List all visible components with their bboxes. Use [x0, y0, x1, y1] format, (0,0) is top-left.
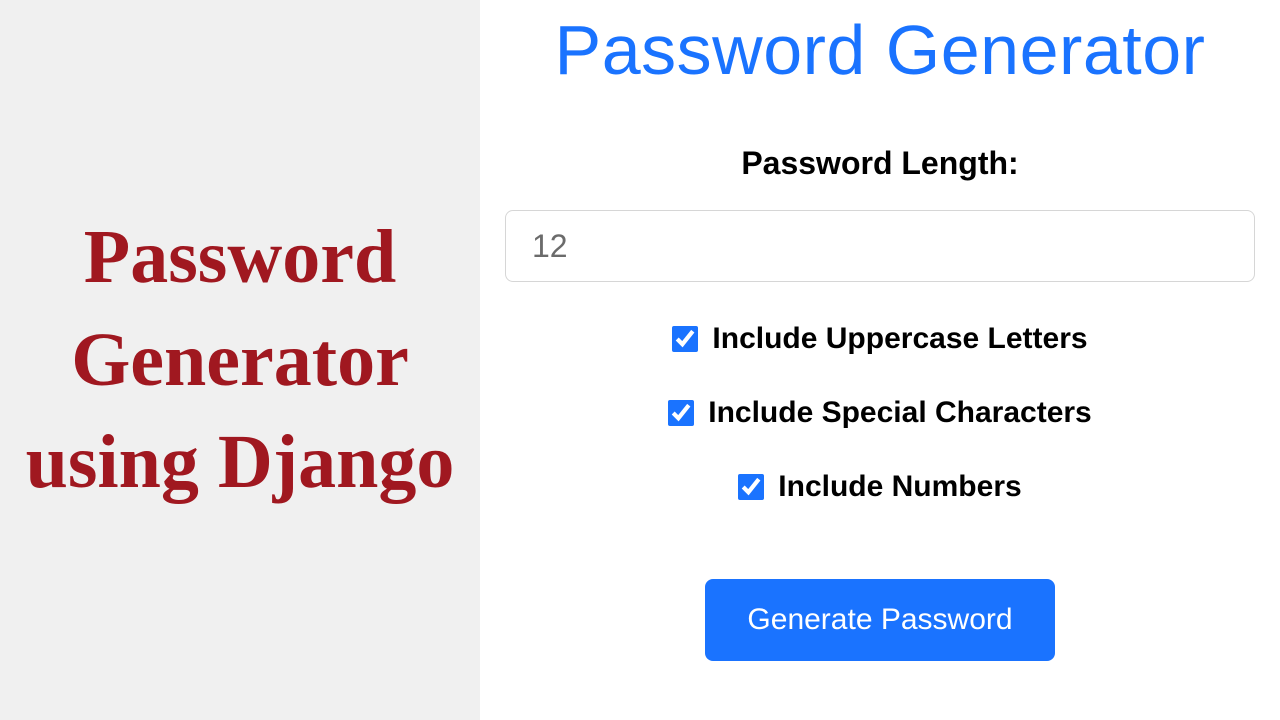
option-special: Include Special Characters — [668, 396, 1092, 430]
uppercase-label: Include Uppercase Letters — [712, 322, 1087, 356]
special-label: Include Special Characters — [708, 396, 1092, 430]
generate-password-button[interactable]: Generate Password — [705, 579, 1054, 661]
uppercase-checkbox[interactable] — [672, 326, 698, 352]
numbers-label: Include Numbers — [778, 470, 1021, 504]
option-numbers: Include Numbers — [738, 470, 1021, 504]
password-length-label: Password Length: — [741, 145, 1018, 182]
option-uppercase: Include Uppercase Letters — [672, 322, 1087, 356]
page-title: Password Generator — [555, 10, 1206, 90]
password-length-input[interactable] — [505, 210, 1255, 282]
left-panel: Password Generator using Django — [0, 0, 480, 720]
right-panel: Password Generator Password Length: Incl… — [480, 0, 1280, 720]
special-checkbox[interactable] — [668, 400, 694, 426]
left-panel-title: Password Generator using Django — [10, 206, 470, 514]
numbers-checkbox[interactable] — [738, 474, 764, 500]
